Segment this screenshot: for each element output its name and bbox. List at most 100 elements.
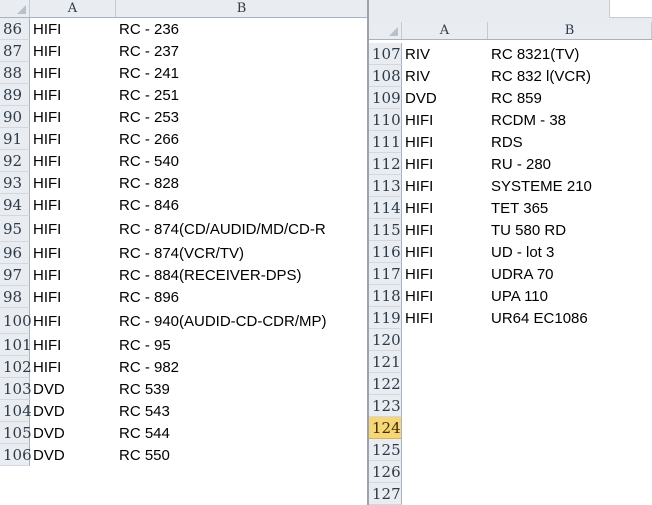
cell-a[interactable]: HIFI [30, 308, 116, 334]
cell-a[interactable]: HIFI [30, 84, 116, 106]
cell-b[interactable]: RC - 846 [116, 194, 368, 216]
cell-a[interactable]: RIV [402, 43, 488, 65]
cell-a[interactable]: HIFI [30, 286, 116, 308]
cell-b[interactable]: RC - 266 [116, 128, 368, 150]
row-header[interactable]: 100 [0, 308, 32, 334]
cell-b[interactable]: RC 859 [488, 87, 652, 109]
cell-a[interactable]: HIFI [30, 150, 116, 172]
row-header[interactable]: 126 [369, 461, 402, 483]
cell-b[interactable] [488, 395, 652, 417]
cell-a[interactable]: HIFI [402, 219, 488, 241]
row-header[interactable]: 111 [369, 131, 402, 153]
cell-b[interactable]: RC - 896 [116, 286, 368, 308]
row-header[interactable]: 89 [0, 84, 30, 106]
row-header[interactable]: 108 [369, 65, 402, 87]
cell-a[interactable] [402, 329, 488, 351]
cell-b[interactable]: RC - 874(CD/AUDID/MD/CD-R [116, 216, 368, 242]
column-header-b-right[interactable]: B [488, 22, 652, 39]
cell-b[interactable]: RC - 540 [116, 150, 368, 172]
cell-a[interactable]: HIFI [30, 194, 116, 216]
row-header[interactable]: 98 [0, 286, 30, 308]
cell-a[interactable]: DVD [30, 378, 116, 400]
cell-b[interactable] [488, 439, 652, 461]
row-header[interactable]: 90 [0, 106, 30, 128]
cell-b[interactable]: RC - 940(AUDID-CD-CDR/MP) [116, 308, 368, 334]
cell-a[interactable] [402, 351, 488, 373]
row-header[interactable]: 114 [369, 197, 402, 219]
row-header[interactable]: 104 [0, 400, 32, 422]
cell-b[interactable]: RC 550 [116, 444, 368, 466]
cell-b[interactable]: RC - 253 [116, 106, 368, 128]
row-header[interactable]: 125 [369, 439, 402, 461]
row-header[interactable]: 97 [0, 264, 30, 286]
row-header[interactable]: 105 [0, 422, 32, 444]
cell-a[interactable]: HIFI [30, 40, 116, 62]
cell-a[interactable]: HIFI [30, 264, 116, 286]
column-header-a-right[interactable]: A [402, 22, 488, 39]
row-header[interactable]: 96 [0, 242, 30, 264]
cell-a[interactable]: DVD [402, 87, 488, 109]
row-header[interactable]: 93 [0, 172, 30, 194]
cell-a[interactable]: HIFI [30, 242, 116, 264]
row-header[interactable]: 118 [369, 285, 402, 307]
row-header[interactable]: 115 [369, 219, 402, 241]
cell-a[interactable]: HIFI [30, 106, 116, 128]
cell-b[interactable]: UPA 110 [488, 285, 652, 307]
cell-b[interactable]: TU 580 RD [488, 219, 652, 241]
row-header[interactable]: 124 [369, 417, 402, 439]
cell-b[interactable]: RC - 982 [116, 356, 368, 378]
cell-b[interactable]: UDRA 70 [488, 263, 652, 285]
select-all-corner-right[interactable] [369, 22, 402, 39]
cell-b[interactable] [488, 461, 652, 483]
cell-b[interactable]: RC 8321(TV) [488, 43, 652, 65]
cell-a[interactable] [402, 395, 488, 417]
cell-a[interactable]: HIFI [402, 241, 488, 263]
row-header[interactable]: 101 [0, 334, 32, 356]
row-header[interactable]: 110 [369, 109, 402, 131]
cell-b[interactable]: RC - 241 [116, 62, 368, 84]
row-header[interactable]: 95 [0, 216, 30, 242]
cell-a[interactable]: DVD [30, 422, 116, 444]
cell-a[interactable]: HIFI [30, 334, 116, 356]
cell-b[interactable] [488, 351, 652, 373]
cell-b[interactable]: RCDM - 38 [488, 109, 652, 131]
cell-b[interactable]: RDS [488, 131, 652, 153]
cell-a[interactable]: HIFI [402, 263, 488, 285]
cell-b[interactable]: UD - lot 3 [488, 241, 652, 263]
cell-a[interactable]: DVD [30, 444, 116, 466]
cell-b[interactable]: RU - 280 [488, 153, 652, 175]
row-header[interactable]: 91 [0, 128, 30, 150]
row-header[interactable]: 120 [369, 329, 402, 351]
cell-a[interactable]: HIFI [30, 62, 116, 84]
row-header[interactable]: 113 [369, 175, 402, 197]
cell-a[interactable]: HIFI [30, 18, 116, 40]
row-header[interactable]: 116 [369, 241, 402, 263]
cell-b[interactable]: RC - 884(RECEIVER-DPS) [116, 264, 368, 286]
row-header[interactable]: 94 [0, 194, 30, 216]
cell-b[interactable]: RC - 251 [116, 84, 368, 106]
cell-a[interactable]: HIFI [402, 131, 488, 153]
row-header[interactable]: 102 [0, 356, 32, 378]
cell-a[interactable]: HIFI [30, 356, 116, 378]
cell-a[interactable] [402, 373, 488, 395]
row-header[interactable]: 106 [0, 444, 32, 466]
row-header[interactable]: 127 [369, 483, 402, 505]
cell-b[interactable]: RC - 237 [116, 40, 368, 62]
row-header[interactable]: 86 [0, 18, 30, 40]
cell-b[interactable]: TET 365 [488, 197, 652, 219]
cell-b[interactable] [488, 417, 652, 439]
cell-a[interactable] [402, 483, 488, 505]
cell-b[interactable]: RC - 874(VCR/TV) [116, 242, 368, 264]
cell-a[interactable]: HIFI [402, 197, 488, 219]
cell-a[interactable]: HIFI [402, 285, 488, 307]
row-header[interactable]: 119 [369, 307, 402, 329]
column-header-b[interactable]: B [116, 0, 368, 17]
cell-b[interactable]: RC 832 l(VCR) [488, 65, 652, 87]
cell-b[interactable]: RC - 236 [116, 18, 368, 40]
cell-b[interactable]: RC - 95 [116, 334, 368, 356]
cell-a[interactable]: HIFI [402, 153, 488, 175]
row-header[interactable]: 112 [369, 153, 402, 175]
column-header-a[interactable]: A [30, 0, 116, 17]
cell-a[interactable]: HIFI [30, 172, 116, 194]
row-header[interactable]: 92 [0, 150, 30, 172]
